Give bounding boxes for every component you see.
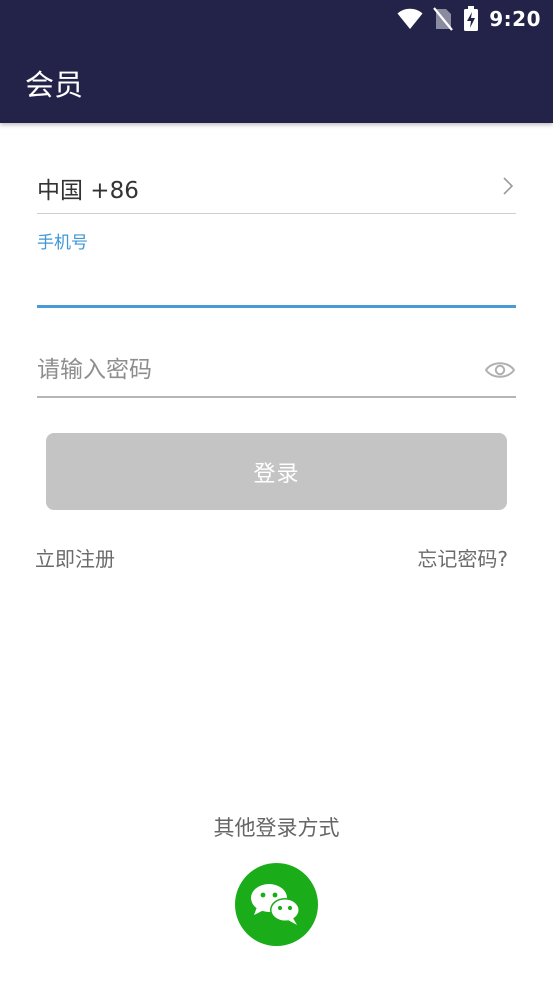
other-login-label: 其他登录方式: [213, 816, 340, 840]
status-bar: 9:20: [0, 0, 553, 38]
chevron-right-icon: [503, 176, 514, 195]
status-time: 9:20: [489, 7, 541, 31]
login-button[interactable]: 登录: [46, 433, 507, 510]
app-bar: 9:20 会员: [0, 0, 553, 123]
eye-icon[interactable]: [484, 358, 516, 382]
no-sim-icon: [433, 7, 454, 31]
phone-label: 手机号: [37, 233, 88, 253]
status-icons: 9:20: [397, 6, 541, 32]
password-input[interactable]: [37, 346, 467, 394]
password-field: [37, 346, 516, 398]
forgot-password-link[interactable]: 忘记密码?: [417, 543, 508, 572]
battery-charging-icon: [464, 6, 479, 31]
wechat-icon: [250, 883, 300, 925]
wechat-login-button[interactable]: [235, 863, 318, 946]
phone-input[interactable]: [37, 252, 516, 308]
wifi-icon: [397, 8, 423, 29]
country-selector[interactable]: 中国 +86: [37, 164, 516, 214]
register-link[interactable]: 立即注册: [35, 543, 115, 572]
page-title: 会员: [25, 68, 84, 102]
country-code-label: 中国 +86: [37, 177, 139, 204]
